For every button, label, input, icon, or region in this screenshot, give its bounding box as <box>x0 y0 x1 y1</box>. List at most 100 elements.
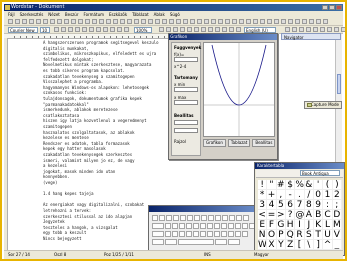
keyboard-key[interactable] <box>242 223 248 229</box>
menu-help[interactable]: Súgó <box>170 11 180 18</box>
character-cell[interactable]: & <box>304 180 314 190</box>
keyboard-key[interactable] <box>200 231 206 237</box>
toolbar-button[interactable] <box>162 19 167 24</box>
character-cell[interactable]: ^ <box>323 240 333 250</box>
character-cell[interactable]: G <box>276 220 286 230</box>
character-cell[interactable]: < <box>258 210 268 220</box>
keyboard-key[interactable] <box>229 215 235 221</box>
toolbar-button[interactable] <box>323 19 328 24</box>
character-cell[interactable]: 5 <box>276 200 286 210</box>
toolbar-button[interactable] <box>110 27 115 32</box>
keyboard-key[interactable] <box>194 215 200 221</box>
toolbar-button[interactable] <box>302 19 307 24</box>
scrollbar-thumb[interactable] <box>337 74 341 94</box>
character-cell[interactable]: : <box>323 200 333 210</box>
character-cell[interactable]: 7 <box>295 200 305 210</box>
toolbar-button[interactable] <box>341 27 345 32</box>
character-cell[interactable]: . <box>295 190 305 200</box>
toolbar-button[interactable] <box>166 27 171 32</box>
toolbar-button[interactable] <box>281 19 286 24</box>
keyboard-key[interactable] <box>228 239 240 245</box>
character-cell[interactable]: A <box>304 210 314 220</box>
draw-button[interactable]: Rajzol <box>174 139 186 144</box>
toolbar-button[interactable] <box>124 27 129 32</box>
plot-area[interactable] <box>203 42 275 137</box>
toolbar-button[interactable] <box>201 27 206 32</box>
toolbar-button[interactable] <box>320 27 325 32</box>
toolbar-button[interactable] <box>313 27 318 32</box>
toolbar-button[interactable] <box>155 19 160 24</box>
character-cell[interactable]: C <box>323 210 333 220</box>
toolbar-button[interactable] <box>82 27 87 32</box>
toolbar-button[interactable] <box>106 19 111 24</box>
toolbar-button[interactable] <box>85 19 90 24</box>
toolbar-button[interactable] <box>232 19 237 24</box>
keyboard-key[interactable] <box>243 215 249 221</box>
keyboard-key[interactable] <box>193 223 199 229</box>
character-cell[interactable]: 8 <box>304 200 314 210</box>
xmax-input[interactable] <box>174 100 198 105</box>
toolbar-button[interactable] <box>148 19 153 24</box>
keyboard-key[interactable] <box>173 215 179 221</box>
toolbar-button[interactable] <box>8 19 13 24</box>
toolbar-button[interactable] <box>285 27 290 32</box>
character-cell[interactable]: I <box>295 220 305 230</box>
tab-table[interactable]: Tablazat <box>227 139 251 147</box>
menu-table[interactable]: Táblázat <box>132 11 148 18</box>
character-cell[interactable]: S <box>304 230 314 240</box>
character-cell[interactable]: W <box>258 240 268 250</box>
tab-graph[interactable]: Grafikon <box>203 139 226 147</box>
navigator-panel[interactable]: Navigator <box>281 33 341 40</box>
keyboard-key[interactable] <box>215 215 221 221</box>
keyboard-key[interactable] <box>235 223 241 229</box>
minimize-button[interactable] <box>322 5 328 10</box>
character-cell[interactable]: ( <box>323 180 333 190</box>
character-cell[interactable]: L <box>323 220 333 230</box>
character-cell[interactable]: V <box>332 230 342 240</box>
character-cell[interactable]: U <box>323 230 333 240</box>
character-cell[interactable]: " <box>267 180 277 190</box>
keyboard-key[interactable] <box>235 231 241 237</box>
menu-format[interactable]: Formátum <box>83 11 104 18</box>
toolbar-button[interactable] <box>327 27 332 32</box>
toolbar-button[interactable] <box>208 27 213 32</box>
toolbar-button[interactable] <box>211 19 216 24</box>
keyboard-key[interactable] <box>228 223 234 229</box>
toolbar-button[interactable] <box>71 19 76 24</box>
toolbar-button[interactable] <box>225 19 230 24</box>
keyboard-key[interactable] <box>180 215 186 221</box>
character-cell[interactable]: Y <box>276 240 286 250</box>
keyboard-key[interactable] <box>179 231 185 237</box>
character-cell[interactable]: 0 <box>313 190 324 200</box>
character-cell[interactable]: $ <box>285 180 296 190</box>
toolbar-button[interactable] <box>15 19 20 24</box>
keyboard-key[interactable] <box>242 231 248 237</box>
keyboard-key[interactable] <box>207 223 213 229</box>
character-cell[interactable]: D <box>332 210 342 220</box>
toolbar-button[interactable] <box>309 19 314 24</box>
character-cell[interactable]: > <box>276 210 286 220</box>
character-cell[interactable]: Z <box>285 240 296 250</box>
toolbar-button[interactable] <box>159 27 164 32</box>
toolbar-button[interactable] <box>334 27 339 32</box>
keyboard-key[interactable] <box>221 223 227 229</box>
keyboard-key[interactable] <box>215 239 227 245</box>
keyboard-key[interactable] <box>165 231 171 237</box>
character-cell[interactable]: X <box>267 240 277 250</box>
toolbar-button[interactable] <box>239 19 244 24</box>
character-cell[interactable]: 3 <box>258 200 268 210</box>
toolbar-button[interactable] <box>54 27 59 32</box>
toolbar-button[interactable] <box>96 27 101 32</box>
keyboard-key[interactable] <box>236 215 242 221</box>
toolbar-button[interactable] <box>173 27 178 32</box>
character-cell[interactable]: M <box>332 220 342 230</box>
keyboard-key[interactable] <box>193 231 199 237</box>
toolbar-button[interactable] <box>306 27 311 32</box>
toolbar-button[interactable] <box>29 19 34 24</box>
function-input[interactable] <box>174 57 198 62</box>
toolbar-button[interactable] <box>50 19 55 24</box>
keyboard-key[interactable] <box>186 231 192 237</box>
character-cell[interactable]: 2 <box>332 190 342 200</box>
character-cell[interactable]: , <box>276 190 286 200</box>
charmap-font-combo[interactable]: Book Antiqua <box>300 170 340 176</box>
